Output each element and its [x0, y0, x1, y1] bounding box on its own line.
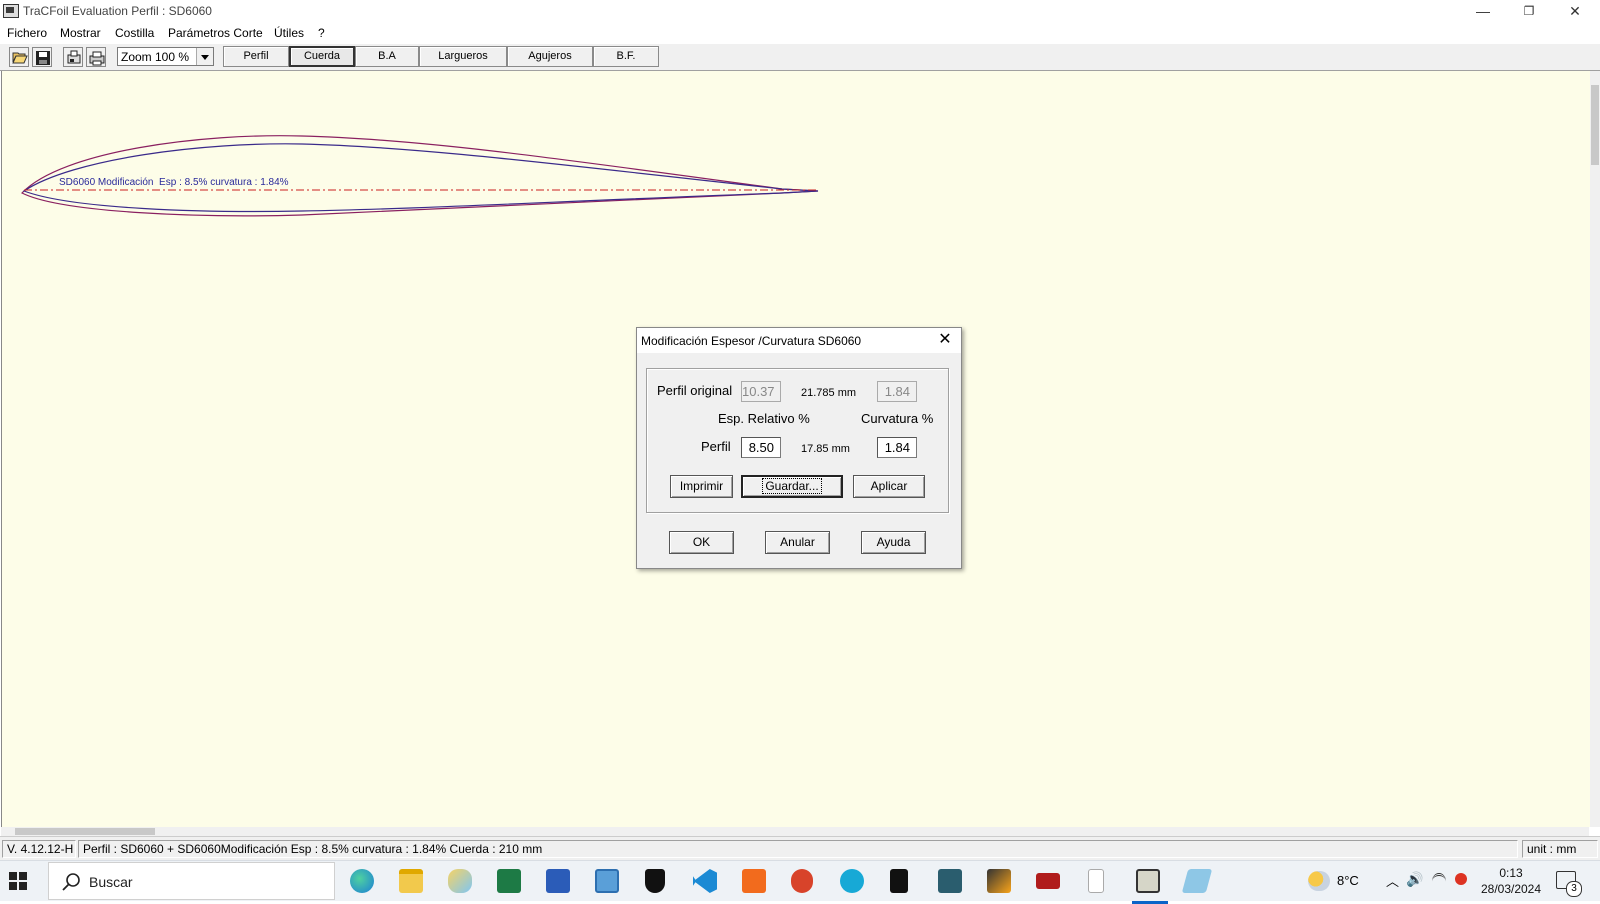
original-thickness-mm: 21.785 mm [801, 387, 857, 399]
save-button-label: Guardar... [762, 478, 822, 494]
save-icon[interactable] [32, 47, 52, 67]
apply-button[interactable]: Aplicar [853, 475, 925, 498]
menu-bar: Fichero Mostrar Costilla Parámetros Cort… [0, 24, 1600, 44]
status-info: Perfil : SD6060 + SD6060Modificación Esp… [78, 840, 1518, 858]
remote-desktop-icon[interactable] [595, 869, 619, 893]
cura-icon[interactable] [840, 869, 864, 893]
toolbar: Zoom 100 % Perfil Cuerda B.A Largueros A… [0, 44, 1600, 71]
status-bar: V. 4.12.12-H Perfil : SD6060 + SD6060Mod… [0, 836, 1600, 861]
flash-icon[interactable] [987, 869, 1011, 893]
app-icon [3, 4, 19, 18]
restore-button[interactable]: ❐ [1506, 0, 1552, 24]
weather-icon[interactable] [1308, 871, 1330, 891]
search-placeholder: Buscar [89, 874, 133, 890]
foxit-icon[interactable] [742, 869, 766, 893]
notifications-badge: 3 [1566, 881, 1582, 897]
vscode-icon[interactable] [693, 869, 717, 893]
ok-button[interactable]: OK [669, 531, 734, 554]
menu-help[interactable]: ? [318, 26, 325, 40]
clock[interactable]: 0:13 28/03/2024 [1480, 865, 1542, 897]
dialog-title: Modificación Espesor /Curvatura SD6060 [641, 334, 862, 348]
volume-icon[interactable]: 🔊 [1406, 871, 1423, 888]
print-icon[interactable] [86, 47, 106, 67]
tab-ba[interactable]: B.A [355, 46, 419, 67]
windows-start-icon[interactable] [8, 871, 28, 891]
paint-icon[interactable] [448, 869, 472, 893]
dialog-title-bar: Modificación Espesor /Curvatura SD6060 ✕ [637, 328, 961, 353]
clock-time: 0:13 [1499, 866, 1523, 880]
security-alert-icon[interactable] [1455, 873, 1467, 885]
minimize-button[interactable]: — [1460, 0, 1506, 24]
profile-thickness-mm: 17.85 mm [801, 443, 850, 455]
nch-icon[interactable] [1036, 873, 1060, 889]
menu-fichero[interactable]: Fichero [7, 26, 47, 40]
tab-perfil[interactable]: Perfil [223, 46, 289, 67]
tab-largueros[interactable]: Largueros [419, 46, 507, 67]
horizontal-scroll-thumb[interactable] [15, 828, 155, 835]
defender-icon[interactable] [645, 869, 665, 893]
word-icon[interactable] [546, 869, 570, 893]
tracfoil-icon[interactable] [1132, 869, 1168, 904]
menu-utiles[interactable]: Útiles [274, 26, 304, 40]
edge-icon[interactable] [350, 869, 374, 893]
thickness-header: Esp. Relativo % [718, 411, 810, 426]
excel-icon[interactable] [497, 869, 521, 893]
profile-thickness-input[interactable]: 8.50 [741, 437, 781, 458]
dialog-close-icon[interactable]: ✕ [935, 330, 955, 350]
save-button[interactable]: Guardar... [741, 475, 843, 498]
print-button[interactable]: Imprimir [670, 475, 733, 498]
cancel-button[interactable]: Anular [765, 531, 830, 554]
notion-icon[interactable] [890, 869, 908, 893]
fusion-icon[interactable] [791, 869, 813, 893]
zoom-value: Zoom 100 % [121, 50, 190, 64]
clock-date: 28/03/2024 [1480, 882, 1542, 896]
tab-agujeros[interactable]: Agujeros [507, 46, 593, 67]
tab-cuerda[interactable]: Cuerda [289, 46, 355, 67]
zoom-select[interactable]: Zoom 100 % [117, 47, 214, 66]
modify-thickness-dialog: Modificación Espesor /Curvatura SD6060 ✕… [636, 327, 962, 569]
horizontal-scrollbar[interactable] [1, 827, 1589, 836]
notes-icon[interactable] [1181, 869, 1213, 893]
blank-doc-icon[interactable] [1088, 869, 1104, 893]
file-explorer-icon[interactable] [399, 869, 423, 893]
vertical-scroll-thumb[interactable] [1591, 85, 1599, 165]
menu-mostrar[interactable]: Mostrar [60, 26, 101, 40]
tab-bf[interactable]: B.F. [593, 46, 659, 67]
chevron-down-icon[interactable] [196, 48, 213, 65]
original-thickness-field: 10.37 [741, 381, 781, 402]
profile-camber-input[interactable]: 1.84 [877, 437, 917, 458]
close-button[interactable]: ✕ [1552, 0, 1598, 24]
help-button[interactable]: Ayuda [861, 531, 926, 554]
vertical-scrollbar[interactable] [1590, 71, 1600, 827]
original-airfoil-contour [21, 135, 819, 217]
weather-temperature[interactable]: 8°C [1337, 873, 1359, 888]
camber-header: Curvatura % [861, 411, 934, 426]
menu-parametros-corte[interactable]: Parámetros Corte [168, 26, 263, 40]
chevron-up-icon[interactable]: ︿ [1386, 871, 1399, 890]
airfoil-label: SD6060 Modificación Esp : 8.5% curvatura… [59, 177, 289, 188]
profile-label: Perfil [701, 439, 731, 454]
taskbar-search[interactable]: Buscar [48, 862, 335, 900]
window-title: TraCFoil Evaluation Perfil : SD6060 [23, 4, 212, 18]
search-icon [62, 873, 80, 891]
open-folder-icon[interactable] [9, 47, 29, 67]
taskbar: Buscar 8°C ︿ 🔊 0:13 28/03/2024 3 [0, 860, 1600, 904]
menu-costilla[interactable]: Costilla [115, 26, 154, 40]
app-icon-generic[interactable] [938, 869, 962, 893]
original-camber-field: 1.84 [877, 381, 917, 402]
title-bar: TraCFoil Evaluation Perfil : SD6060 — ❐ … [0, 0, 1600, 24]
status-unit: unit : mm [1522, 840, 1598, 858]
status-version: V. 4.12.12-H [2, 840, 76, 858]
print-setup-icon[interactable] [63, 47, 83, 67]
network-icon[interactable] [1432, 873, 1446, 890]
original-profile-label: Perfil original [657, 383, 733, 398]
